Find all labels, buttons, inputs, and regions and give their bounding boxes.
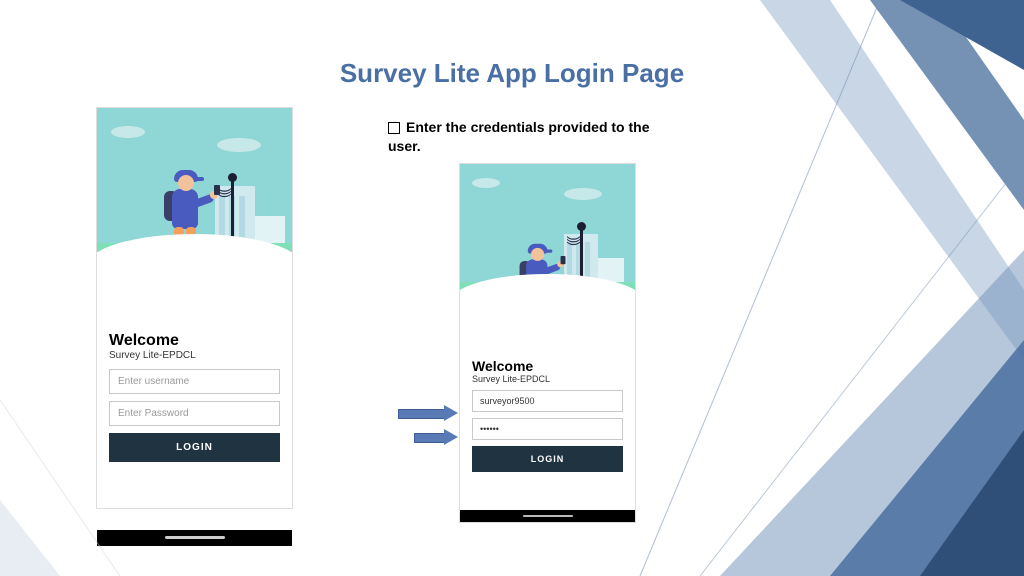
username-input[interactable]: surveyor9500 bbox=[472, 390, 623, 412]
arrow-icon bbox=[398, 408, 456, 418]
password-input[interactable]: •••••• bbox=[472, 418, 623, 440]
android-nav-bar bbox=[97, 530, 292, 546]
hero-illustration: ))) bbox=[460, 164, 635, 354]
phone-mock-empty: ))) Welcome Survey Lite-EPDCL Enter user… bbox=[97, 108, 292, 508]
android-nav-bar bbox=[460, 510, 635, 522]
app-subtitle: Survey Lite-EPDCL bbox=[472, 374, 623, 384]
instruction-text: Enter the credentials provided to the us… bbox=[388, 118, 678, 156]
app-subtitle: Survey Lite-EPDCL bbox=[109, 350, 280, 361]
slide-title: Survey Lite App Login Page bbox=[0, 58, 1024, 89]
phone-mock-filled: ))) Welcome Survey Lite-EPDCL surveyor95… bbox=[460, 164, 635, 522]
login-button[interactable]: LOGIN bbox=[109, 433, 280, 462]
username-input[interactable]: Enter username bbox=[109, 369, 280, 394]
instruction-label: Enter the credentials provided to the us… bbox=[388, 119, 650, 154]
password-input[interactable]: Enter Password bbox=[109, 401, 280, 426]
welcome-heading: Welcome bbox=[472, 358, 623, 374]
arrow-icon bbox=[414, 432, 456, 442]
hero-illustration: ))) bbox=[97, 108, 292, 326]
login-button[interactable]: LOGIN bbox=[472, 446, 623, 472]
bullet-square-icon bbox=[388, 122, 400, 134]
welcome-heading: Welcome bbox=[109, 332, 280, 350]
